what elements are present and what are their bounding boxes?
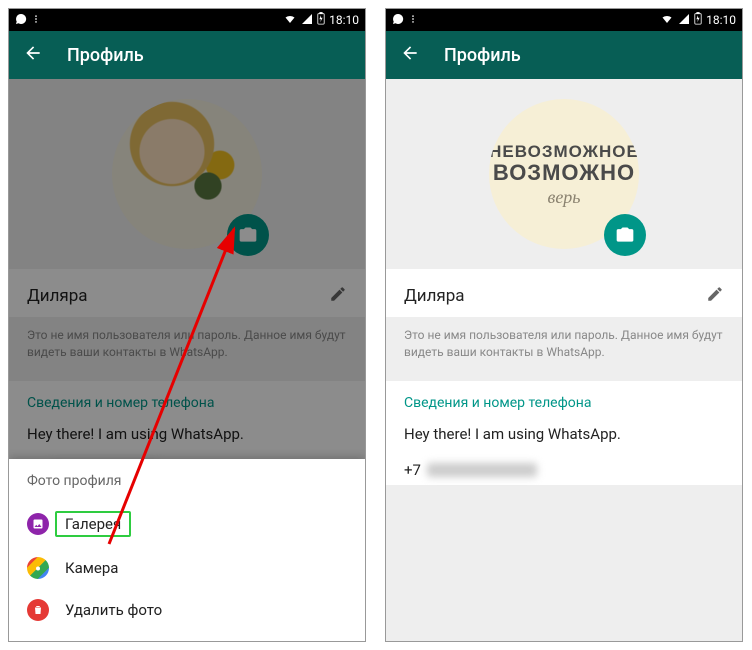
battery-icon [694,12,702,28]
avatar-zone: НЕВОЗМОЖНОЕ ВОЗМОЖНО верь [386,79,742,269]
change-photo-button[interactable] [604,214,646,256]
bottomsheet-title: Фото профиля [27,473,347,489]
wifi-icon [660,13,674,28]
phone-rest-blurred [427,463,537,477]
whatsapp-icon [392,13,404,28]
gallery-label-highlight: Галерея [55,511,131,537]
gallery-label: Галерея [65,515,121,533]
avatar-zone [9,79,365,269]
statusbar-time: 18:10 [706,13,736,27]
more-icon [408,13,418,28]
avatar-text-1: НЕВОЗМОЖНОЕ [489,143,639,160]
profile-name: Диляра [404,286,465,306]
battery-icon [317,12,325,28]
signal-icon [301,13,313,28]
remove-label: Удалить фото [65,601,162,619]
whatsapp-icon [15,13,27,28]
edit-name-icon[interactable] [329,285,347,307]
photo-bottomsheet: Фото профиля Галерея Камера Удалить фото [9,459,365,641]
name-row[interactable]: Диляра [9,269,365,317]
camera-icon [27,557,49,579]
name-hint: Это не имя пользователя или пароль. Данн… [386,317,742,375]
status-text[interactable]: Hey there! I am using WhatsApp. [27,425,347,443]
name-hint: Это не имя пользователя или пароль. Данн… [9,317,365,375]
back-button[interactable] [400,43,420,67]
trash-icon [27,599,49,621]
option-camera[interactable]: Камера [27,547,347,589]
phone-screen-right: 18:10 Профиль НЕВОЗМОЖНОЕ ВОЗМОЖНО верь … [385,8,743,642]
more-icon [31,13,41,28]
statusbar: 18:10 [9,9,365,31]
name-row[interactable]: Диляра [386,269,742,317]
option-remove-photo[interactable]: Удалить фото [27,589,347,631]
about-section: Сведения и номер телефона Hey there! I a… [386,381,742,485]
phone-number[interactable]: +7 [404,461,724,479]
change-photo-button[interactable] [227,214,269,256]
statusbar-time: 18:10 [329,13,359,27]
appbar: Профиль [386,31,742,79]
avatar-text-2: ВОЗМОЖНО [493,162,635,184]
section-title: Сведения и номер телефона [404,395,724,411]
section-title: Сведения и номер телефона [27,395,347,411]
phone-prefix: +7 [404,461,421,479]
page-title: Профиль [444,45,521,66]
option-gallery[interactable]: Галерея [27,501,347,547]
phone-screen-left: 18:10 Профиль Диляра Это не имя пользова… [8,8,366,642]
avatar-text-3: верь [548,188,581,206]
gallery-icon [27,513,49,535]
back-button[interactable] [23,43,43,67]
wifi-icon [283,13,297,28]
camera-label: Камера [65,559,118,577]
edit-name-icon[interactable] [706,285,724,307]
page-title: Профиль [67,45,144,66]
profile-name: Диляра [27,286,88,306]
status-text[interactable]: Hey there! I am using WhatsApp. [404,425,724,443]
appbar: Профиль [9,31,365,79]
signal-icon [678,13,690,28]
statusbar: 18:10 [386,9,742,31]
